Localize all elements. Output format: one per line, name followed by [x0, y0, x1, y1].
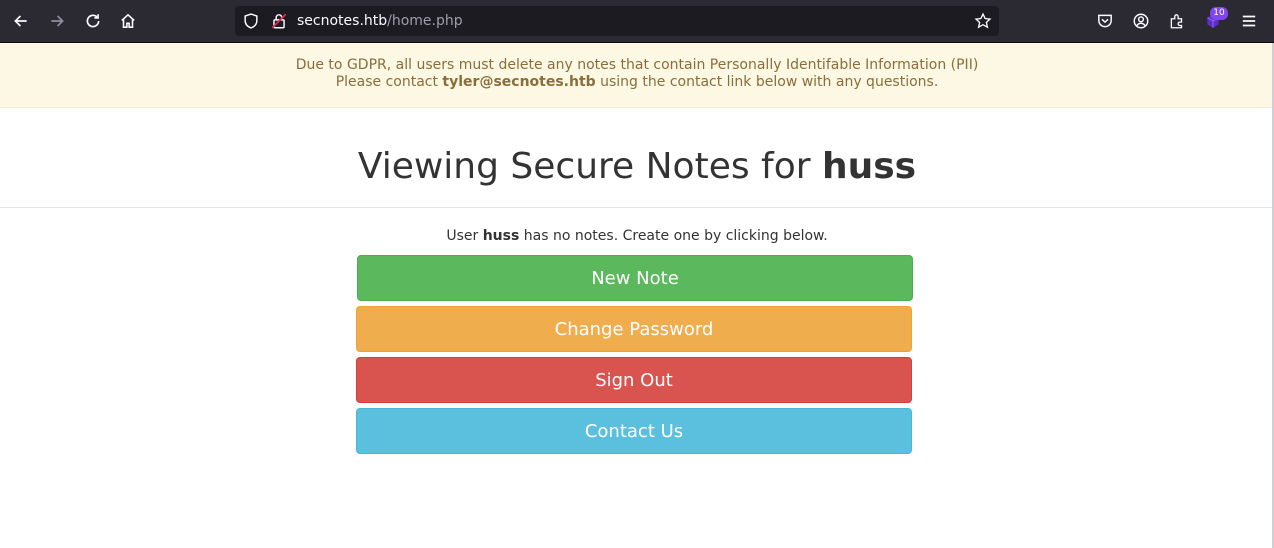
- reload-icon[interactable]: [81, 9, 105, 33]
- extensions-icon[interactable]: [1165, 9, 1189, 33]
- account-icon[interactable]: [1129, 9, 1153, 33]
- url-host: secnotes.htb: [297, 13, 388, 29]
- sign-out-button[interactable]: Sign Out: [356, 357, 912, 403]
- new-note-button[interactable]: New Note: [357, 255, 913, 301]
- alert-line-1: Due to GDPR, all users must delete any n…: [295, 57, 979, 73]
- url-text[interactable]: secnotes.htb/home.php: [297, 6, 463, 36]
- address-bar[interactable]: secnotes.htb/home.php: [235, 6, 999, 36]
- notice-suffix: has no notes. Create one by clicking bel…: [519, 228, 828, 244]
- alert-suffix: using the contact link below with any qu…: [595, 74, 939, 90]
- notice-prefix: User: [446, 228, 483, 244]
- title-prefix: Viewing Secure Notes for: [357, 146, 822, 187]
- contact-us-button[interactable]: Contact Us: [356, 408, 912, 454]
- notice-username: huss: [482, 228, 520, 244]
- pocket-icon[interactable]: [1093, 9, 1117, 33]
- url-path: /home.php: [387, 13, 463, 29]
- extension-badge: 10: [1210, 7, 1228, 20]
- shield-icon[interactable]: [239, 9, 263, 33]
- gdpr-alert: Due to GDPR, all users must delete any n…: [0, 43, 1274, 108]
- bookmark-star-icon[interactable]: [971, 9, 995, 33]
- change-password-button[interactable]: Change Password: [356, 306, 912, 352]
- alert-prefix: Please contact: [335, 74, 443, 90]
- alert-line-2: Please contact tyler@secnotes.htb using …: [0, 74, 1274, 91]
- header-divider: [0, 207, 1274, 208]
- page-title: Viewing Secure Notes for huss: [0, 142, 1274, 192]
- menu-icon[interactable]: [1237, 9, 1261, 33]
- title-username: huss: [822, 146, 917, 187]
- no-notes-message: User huss has no notes. Create one by cl…: [0, 226, 1274, 246]
- browser-toolbar: secnotes.htb/home.php 10: [0, 0, 1274, 43]
- home-icon[interactable]: [116, 9, 140, 33]
- forward-icon[interactable]: [45, 9, 69, 33]
- back-icon[interactable]: [9, 9, 33, 33]
- insecure-lock-icon[interactable]: [267, 9, 291, 33]
- contact-email: tyler@secnotes.htb: [442, 74, 596, 90]
